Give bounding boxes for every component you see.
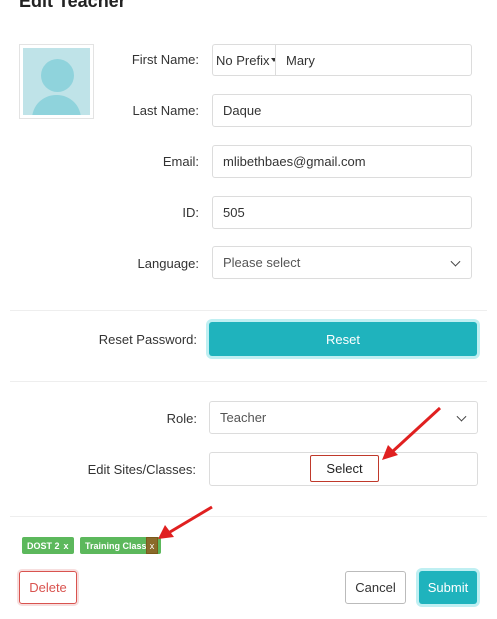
language-select[interactable]: Please select [212, 246, 472, 279]
id-input[interactable]: 505 [212, 196, 472, 229]
role-select[interactable]: Teacher [209, 401, 478, 434]
chevron-down-icon [456, 411, 467, 422]
name-prefix-dropdown[interactable]: No Prefix [212, 44, 278, 76]
close-icon[interactable]: x [64, 541, 69, 551]
first-name-label: First Name: [131, 52, 199, 67]
role-label: Role: [166, 411, 197, 426]
email-label: Email: [162, 154, 199, 169]
email-input[interactable]: mlibethbaes@gmail.com [212, 145, 472, 178]
avatar[interactable] [19, 44, 94, 119]
tag-remove-close-icon[interactable]: x [146, 537, 158, 554]
tag-dost-2: DOST 2 x [22, 537, 74, 554]
name-prefix-value: No Prefix [216, 52, 270, 68]
last-name-value: Daque [223, 103, 262, 118]
chevron-down-icon [450, 256, 461, 267]
last-name-input[interactable]: Daque [212, 94, 472, 127]
tag-label: Training Class [85, 540, 147, 551]
cancel-button[interactable]: Cancel [345, 571, 406, 604]
divider [10, 516, 487, 517]
id-label: ID: [182, 205, 199, 220]
reset-password-label: Reset Password: [98, 332, 197, 347]
tag-label: DOST 2 [27, 540, 60, 551]
reset-password-button[interactable]: Reset [209, 322, 477, 356]
divider [10, 381, 487, 382]
language-placeholder: Please select [223, 255, 301, 270]
select-sites-button[interactable]: Select [310, 455, 379, 482]
id-value: 505 [223, 205, 245, 220]
delete-button[interactable]: Delete [19, 571, 77, 604]
language-label: Language: [137, 256, 199, 271]
email-value: mlibethbaes@gmail.com [223, 154, 366, 169]
submit-button[interactable]: Submit [419, 571, 477, 604]
modal-title: Edit Teacher [19, 0, 126, 11]
last-name-label: Last Name: [132, 103, 199, 118]
edit-sites-label: Edit Sites/Classes: [87, 462, 196, 477]
role-value: Teacher [220, 410, 267, 425]
user-placeholder-icon [23, 48, 90, 115]
annotation-arrow-tag-remove [158, 505, 213, 539]
divider [10, 310, 487, 311]
first-name-input[interactable]: Mary [275, 44, 472, 76]
first-name-value: Mary [286, 52, 315, 68]
